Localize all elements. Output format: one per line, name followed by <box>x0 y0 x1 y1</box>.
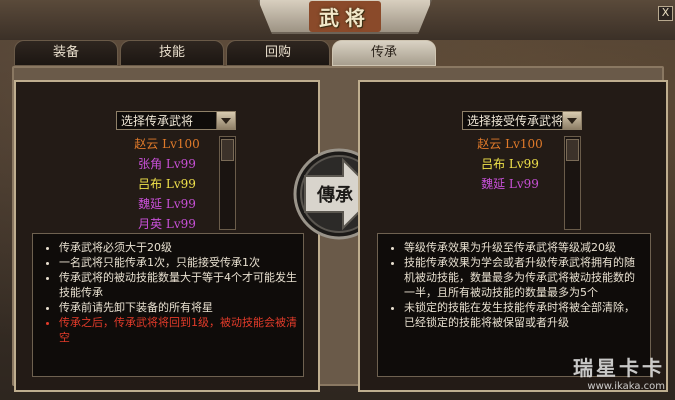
tab-skills[interactable]: 技能 <box>120 40 224 66</box>
source-rules-box: 传承武将必须大于20级 一名武将只能传承1次，只能接受传承1次 传承武将的被动技… <box>32 233 304 377</box>
watermark: 瑞星卡卡 www.ikaka.com <box>573 352 665 392</box>
general-level: Lv99 <box>165 177 196 191</box>
target-general-select[interactable]: 选择接受传承武将 <box>462 111 582 130</box>
general-name: 赵云 <box>477 137 502 151</box>
general-level: Lv99 <box>165 217 196 231</box>
inherit-button-label: 傳承 <box>316 184 354 206</box>
window-title-plaque: 武将 <box>258 0 432 34</box>
rule-item-warning: 传承之后，传承武将将回到1级，被动技能会被清空 <box>59 315 297 345</box>
rule-item: 传承武将的被动技能数量大于等于4个才可能发生技能传承 <box>59 270 297 300</box>
general-name: 魏延 <box>138 197 163 211</box>
general-name: 月英 <box>138 217 163 231</box>
source-general-item[interactable]: 魏延 Lv99 <box>117 194 217 214</box>
scrollbar-thumb[interactable] <box>221 139 234 161</box>
tab-inheritance[interactable]: 传承 <box>332 40 436 66</box>
rule-item: 传承武将必须大于20级 <box>59 240 297 255</box>
general-level: Lv99 <box>165 157 196 171</box>
source-general-item[interactable]: 张角 Lv99 <box>117 154 217 174</box>
watermark-logo: 瑞星卡卡 <box>573 356 665 380</box>
source-general-item[interactable]: 月英 Lv99 <box>117 214 217 234</box>
target-select-label: 选择接受传承武将 <box>467 114 564 128</box>
target-list-scrollbar[interactable] <box>564 136 581 230</box>
target-general-item[interactable]: 赵云 Lv100 <box>460 134 560 154</box>
source-select-label: 选择传承武将 <box>121 114 194 128</box>
target-general-list: 赵云 Lv100 吕布 Lv99 魏延 Lv99 <box>460 134 560 194</box>
target-general-item[interactable]: 魏延 Lv99 <box>460 174 560 194</box>
rule-item: 一名武将只能传承1次，只能接受传承1次 <box>59 255 297 270</box>
general-level: Lv99 <box>165 197 196 211</box>
general-name: 赵云 <box>134 137 159 151</box>
rule-item: 等级传承效果为升级至传承武将等级减20级 <box>404 240 644 255</box>
dropdown-arrow-icon[interactable] <box>216 112 235 129</box>
source-general-item[interactable]: 吕布 Lv99 <box>117 174 217 194</box>
general-name: 张角 <box>138 157 163 171</box>
target-general-item[interactable]: 吕布 Lv99 <box>460 154 560 174</box>
rule-item: 技能传承效果为学会或者升级传承武将拥有的随机被动技能，数量最多为传承武将被动技能… <box>404 255 644 300</box>
general-level: Lv100 <box>505 137 543 151</box>
general-name: 吕布 <box>138 177 163 191</box>
dropdown-arrow-icon[interactable] <box>562 112 581 129</box>
source-general-item[interactable]: 赵云 Lv100 <box>117 134 217 154</box>
rule-item: 传承前请先卸下装备的所有将星 <box>59 300 297 315</box>
rule-item: 未锁定的技能在发生技能传承时将被全部清除，已经锁定的技能将被保留或者升级 <box>404 300 644 330</box>
source-general-select[interactable]: 选择传承武将 <box>116 111 236 130</box>
general-name: 魏延 <box>481 177 506 191</box>
watermark-url: www.ikaka.com <box>587 381 665 392</box>
general-level: Lv99 <box>508 157 539 171</box>
general-level: Lv100 <box>162 137 200 151</box>
close-button[interactable]: X <box>658 6 673 21</box>
source-general-list: 赵云 Lv100 张角 Lv99 吕布 Lv99 魏延 Lv99 月英 Lv99 <box>117 134 217 234</box>
source-rules-list: 传承武将必须大于20级 一名武将只能传承1次，只能接受传承1次 传承武将的被动技… <box>33 240 297 345</box>
window-title: 武将 <box>309 0 381 32</box>
general-name: 吕布 <box>481 157 506 171</box>
tab-buyback[interactable]: 回购 <box>226 40 330 66</box>
tab-equipment[interactable]: 装备 <box>14 40 118 66</box>
general-level: Lv99 <box>508 177 539 191</box>
source-list-scrollbar[interactable] <box>219 136 236 230</box>
target-rules-list: 等级传承效果为升级至传承武将等级减20级 技能传承效果为学会或者升级传承武将拥有… <box>378 240 644 330</box>
scrollbar-thumb[interactable] <box>566 139 579 161</box>
